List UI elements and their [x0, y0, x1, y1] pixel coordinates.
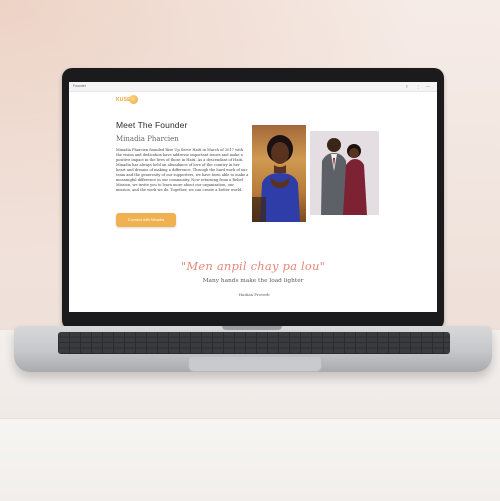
minimize-icon[interactable]: — — [426, 84, 430, 89]
founder-name: Minadia Pharcien — [116, 135, 179, 143]
laptop-screen: Founder ⇪ ⋮ — KUSE Meet The Founder Mina… — [69, 82, 437, 312]
founder-portrait-photo — [252, 125, 306, 222]
proverb-translation: Many hands make the load lighter — [202, 278, 304, 284]
founder-bio: Minadia Pharcien founded Rise Up Serve H… — [116, 148, 249, 192]
share-icon[interactable]: ⇪ — [405, 84, 408, 89]
browser-tab[interactable]: Founder — [73, 84, 86, 88]
connect-button[interactable]: Connect with Minadia — [116, 213, 176, 227]
proverb-quote: "Men anpil chay pa lou" — [180, 259, 326, 273]
founder-couple-photo — [310, 131, 379, 215]
site-logo[interactable]: KUSE — [116, 95, 138, 105]
section-title: Meet The Founder — [116, 120, 188, 130]
browser-toolbar: Founder ⇪ ⋮ — — [69, 82, 437, 92]
desk-front — [0, 418, 500, 501]
laptop-trackpad — [188, 357, 322, 372]
couple-illustration — [310, 131, 379, 215]
proverb-attribution: - Haitian Proverb — [236, 292, 270, 297]
menu-icon[interactable]: ⋮ — [416, 84, 420, 89]
portrait-illustration — [252, 135, 300, 222]
sun-icon — [129, 95, 138, 104]
laptop-hinge — [222, 326, 282, 330]
laptop-keyboard — [58, 332, 450, 354]
